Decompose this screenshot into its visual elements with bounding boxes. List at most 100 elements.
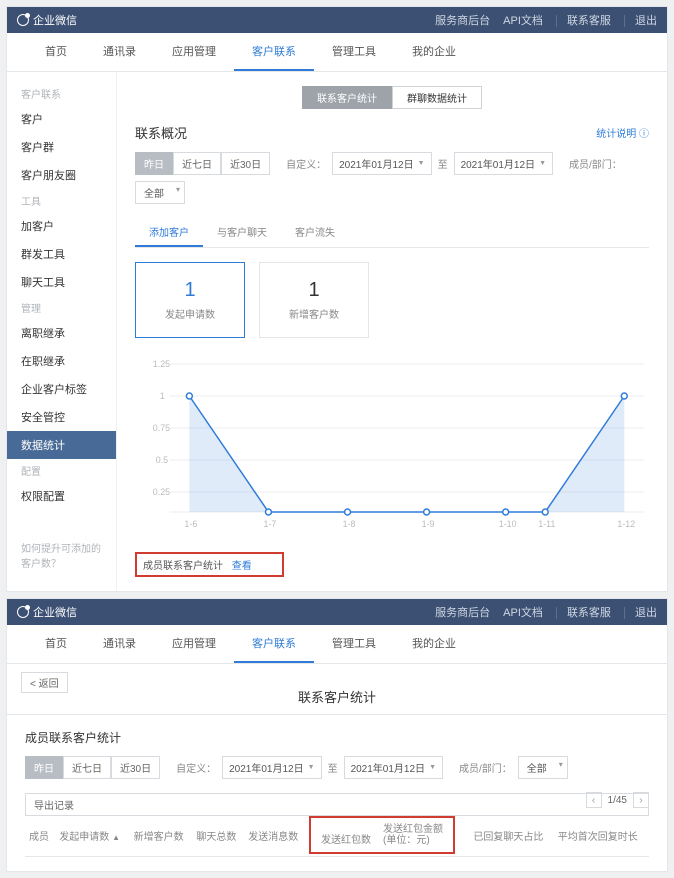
col-avg-reply[interactable]: 平均首次回复时长 <box>554 814 649 857</box>
link-support-2[interactable]: 联系客服 <box>556 607 611 619</box>
logo: 企业微信 <box>17 12 77 28</box>
sidebar-item-security[interactable]: 安全管控 <box>7 403 116 431</box>
svg-text:1-6: 1-6 <box>184 519 197 529</box>
page-indicator: 1/45 <box>608 795 627 806</box>
line-chart: 1.25 1 0.75 0.5 0.25 <box>135 352 649 532</box>
sidebar-item-tags[interactable]: 企业客户标签 <box>7 375 116 403</box>
link-backend[interactable]: 服务商后台 <box>435 15 490 27</box>
pill-contact-stats[interactable]: 联系客户统计 <box>302 86 392 109</box>
to-label-2: 至 <box>328 760 338 775</box>
link-logout[interactable]: 退出 <box>624 15 657 27</box>
col-chats[interactable]: 聊天总数 <box>192 814 244 857</box>
sidebar-item-resign[interactable]: 离职继承 <box>7 319 116 347</box>
range-buttons: 昨日 近七日 近30日 <box>135 152 270 175</box>
page-next[interactable]: › <box>633 792 649 808</box>
nav-apps-2[interactable]: 应用管理 <box>154 625 234 663</box>
date-from[interactable]: 2021年01月12日▼ <box>332 152 431 175</box>
nav-home-2[interactable]: 首页 <box>27 625 85 663</box>
tab-chat[interactable]: 与客户聊天 <box>203 218 281 247</box>
tab-loss[interactable]: 客户流失 <box>281 218 349 247</box>
col-reply-rate[interactable]: 已回复聊天占比 <box>469 814 553 857</box>
pill-group-stats[interactable]: 群聊数据统计 <box>392 86 482 109</box>
range-yesterday-2[interactable]: 昨日 <box>25 756 63 779</box>
nav-apps[interactable]: 应用管理 <box>154 33 234 71</box>
sidebar-item-stats[interactable]: 数据统计 <box>7 431 116 459</box>
link-support[interactable]: 联系客服 <box>556 15 611 27</box>
sidebar-group-manage: 管理 <box>7 296 116 319</box>
link-api[interactable]: API文档 <box>503 15 543 27</box>
link-backend-2[interactable]: 服务商后台 <box>435 607 490 619</box>
link-api-2[interactable]: API文档 <box>503 607 543 619</box>
sidebar-item-groups[interactable]: 客户群 <box>7 133 116 161</box>
logo-icon <box>17 14 29 26</box>
main-nav: 首页 通讯录 应用管理 客户联系 管理工具 我的企业 <box>7 33 667 72</box>
nav-customer-2[interactable]: 客户联系 <box>234 625 314 663</box>
chevron-down-icon: ▼ <box>539 160 546 167</box>
page-prev[interactable]: ‹ <box>586 792 602 808</box>
custom-label-2: 自定义： <box>176 760 216 775</box>
sidebar: 客户联系 客户 客户群 客户朋友圈 工具 加客户 群发工具 聊天工具 管理 离职… <box>7 72 117 591</box>
sidebar-item-customer[interactable]: 客户 <box>7 105 116 133</box>
back-button[interactable]: < 返回 <box>21 672 68 693</box>
nav-contacts-2[interactable]: 通讯录 <box>85 625 154 663</box>
nav-company[interactable]: 我的企业 <box>394 33 474 71</box>
sidebar-item-perm[interactable]: 权限配置 <box>7 482 116 510</box>
range-7d-2[interactable]: 近七日 <box>63 756 111 779</box>
col-apply[interactable]: 发起申请数 ▲ <box>55 814 129 857</box>
admin-panel-2: 企业微信 服务商后台 API文档 联系客服 退出 首页 通讯录 应用管理 客户联… <box>6 598 668 872</box>
subtitle-2: 成员联系客户统计 <box>25 729 649 746</box>
logo-icon <box>17 606 29 618</box>
custom-label: 自定义： <box>286 156 326 171</box>
stat-apply[interactable]: 1 发起申请数 <box>135 262 245 338</box>
stat-new-lbl: 新增客户数 <box>284 306 344 321</box>
filter-bar: 昨日 近七日 近30日 自定义： 2021年01月12日▼ 至 2021年01月… <box>135 152 649 204</box>
svg-text:0.75: 0.75 <box>153 423 170 433</box>
nav-company-2[interactable]: 我的企业 <box>394 625 474 663</box>
col-redpacket[interactable]: 发送红包数 <box>315 827 377 850</box>
member-label-2: 成员/部门： <box>459 760 512 775</box>
svg-text:1.25: 1.25 <box>153 359 170 369</box>
stat-new[interactable]: 1 新增客户数 <box>259 262 369 338</box>
svg-text:1-12: 1-12 <box>617 519 635 529</box>
date-to-2[interactable]: 2021年01月12日▼ <box>344 756 443 779</box>
view-link[interactable]: 查看 <box>232 561 252 572</box>
logo-text-2: 企业微信 <box>33 604 77 620</box>
col-new[interactable]: 新增客户数 <box>130 814 193 857</box>
date-to[interactable]: 2021年01月12日▼ <box>454 152 553 175</box>
sidebar-item-moments[interactable]: 客户朋友圈 <box>7 161 116 189</box>
admin-panel-1: 企业微信 服务商后台 API文档 联系客服 退出 首页 通讯录 应用管理 客户联… <box>6 6 668 592</box>
nav-tools-2[interactable]: 管理工具 <box>314 625 394 663</box>
range-30d-2[interactable]: 近30日 <box>111 756 160 779</box>
sidebar-item-add[interactable]: 加客户 <box>7 212 116 240</box>
col-member[interactable]: 成员 <box>25 814 55 857</box>
top-bar: 企业微信 服务商后台 API文档 联系客服 退出 <box>7 7 667 33</box>
range-7d[interactable]: 近七日 <box>173 152 221 175</box>
range-30d[interactable]: 近30日 <box>221 152 270 175</box>
nav-customer[interactable]: 客户联系 <box>234 33 314 71</box>
section-title: 联系概况 <box>135 123 187 142</box>
member-select-2[interactable]: 全部 <box>518 756 568 779</box>
filter-bar-2: 昨日 近七日 近30日 自定义： 2021年01月12日▼ 至 2021年01月… <box>25 756 649 779</box>
col-msgs[interactable]: 发送消息数 <box>244 814 307 857</box>
range-yesterday[interactable]: 昨日 <box>135 152 173 175</box>
stats-help[interactable]: 统计说明 ⓘ <box>596 125 649 140</box>
link-logout-2[interactable]: 退出 <box>624 607 657 619</box>
svg-text:1-7: 1-7 <box>264 519 277 529</box>
svg-text:1-10: 1-10 <box>499 519 517 529</box>
sidebar-item-onjob[interactable]: 在职继承 <box>7 347 116 375</box>
col-redpacket-amt[interactable]: 发送红包金额 (单位：元) <box>377 820 449 850</box>
tab-add[interactable]: 添加客户 <box>135 218 203 247</box>
nav-tools[interactable]: 管理工具 <box>314 33 394 71</box>
chevron-down-icon: ▼ <box>429 764 436 771</box>
content-2: 成员联系客户统计 昨日 近七日 近30日 自定义： 2021年01月12日▼ 至… <box>7 715 667 871</box>
nav-home[interactable]: 首页 <box>27 33 85 71</box>
sidebar-item-broadcast[interactable]: 群发工具 <box>7 240 116 268</box>
chevron-down-icon: ▼ <box>308 764 315 771</box>
date-from-2[interactable]: 2021年01月12日▼ <box>222 756 321 779</box>
sidebar-tip[interactable]: 如何提升可添加的客户数？ <box>7 510 116 580</box>
sidebar-item-chat[interactable]: 聊天工具 <box>7 268 116 296</box>
chevron-down-icon: ▼ <box>418 160 425 167</box>
member-select[interactable]: 全部 <box>135 181 185 204</box>
header-links: 服务商后台 API文档 联系客服 退出 <box>425 12 657 28</box>
nav-contacts[interactable]: 通讯录 <box>85 33 154 71</box>
